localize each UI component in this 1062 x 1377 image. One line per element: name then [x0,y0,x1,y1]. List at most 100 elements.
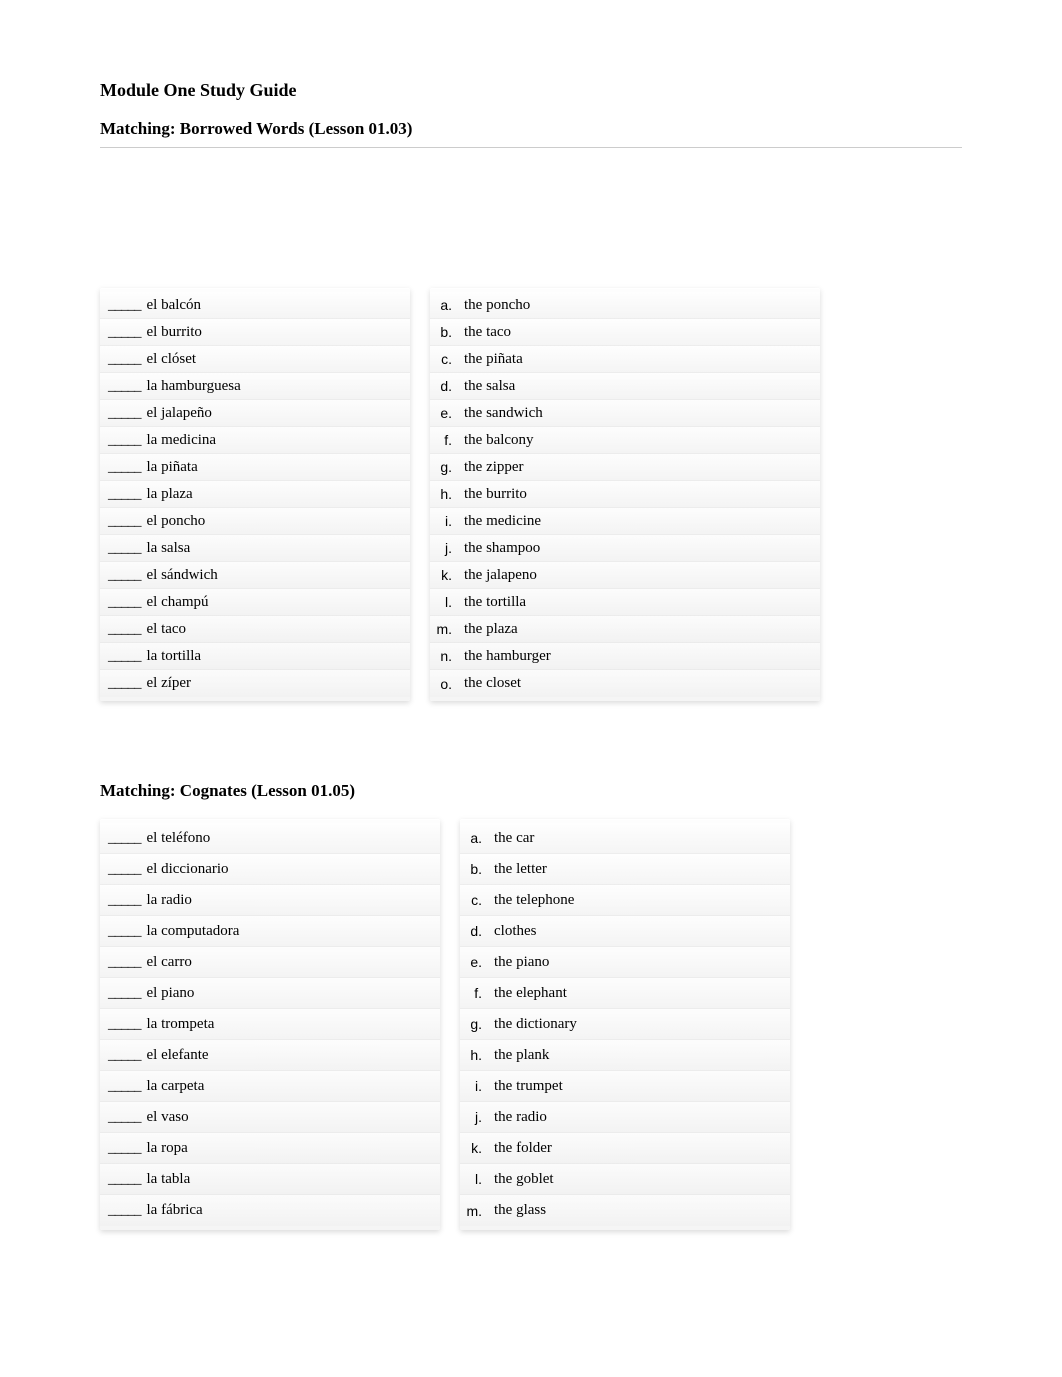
blank-line[interactable]: _____ [108,432,141,449]
option-letter: k. [464,1140,494,1156]
english-word: the shampoo [464,540,820,557]
spanish-word: el elefante [147,1047,209,1064]
matching-item: _____ la radio [100,885,440,916]
blank-line[interactable]: _____ [108,1078,141,1095]
blank-line[interactable]: _____ [108,297,141,314]
spanish-word: la plaza [147,486,193,503]
matching-item: _____ el teléfono [100,823,440,854]
option-letter: c. [464,892,494,908]
english-word: the elephant [494,985,790,1002]
blank-line[interactable]: _____ [108,985,141,1002]
blank-line[interactable]: _____ [108,486,141,503]
matching-item: _____ el vaso [100,1102,440,1133]
answer-option: f.the elephant [460,978,790,1009]
blank-line[interactable]: _____ [108,923,141,940]
option-letter: e. [464,954,494,970]
blank-line[interactable]: _____ [108,861,141,878]
option-letter: c. [434,351,464,367]
answer-option: n.the hamburger [430,643,820,670]
blank-line[interactable]: _____ [108,351,141,368]
matching-item: _____ el balcón [100,292,410,319]
blank-line[interactable]: _____ [108,594,141,611]
blank-line[interactable]: _____ [108,621,141,638]
matching-item: _____ la tortilla [100,643,410,670]
spanish-word: la salsa [147,540,191,557]
section2-right-column: a.the carb.the letterc.the telephoned.cl… [460,819,790,1230]
spanish-word: la computadora [147,923,240,940]
blank-line[interactable]: _____ [108,1109,141,1126]
spanish-word: el diccionario [147,861,229,878]
answer-option: d.clothes [460,916,790,947]
blank-line[interactable]: _____ [108,954,141,971]
english-word: the jalapeno [464,567,820,584]
blank-line[interactable]: _____ [108,1016,141,1033]
blank-line[interactable]: _____ [108,378,141,395]
english-word: the folder [494,1140,790,1157]
answer-option: f.the balcony [430,427,820,454]
option-letter: h. [434,486,464,502]
spanish-word: la trompeta [147,1016,215,1033]
option-letter: l. [464,1171,494,1187]
answer-option: a.the car [460,823,790,854]
spanish-word: el champú [147,594,209,611]
section2-matching: _____ el teléfono_____ el diccionario___… [100,819,962,1230]
blank-line[interactable]: _____ [108,675,141,692]
blank-line[interactable]: _____ [108,1047,141,1064]
english-word: the hamburger [464,648,820,665]
option-letter: b. [464,861,494,877]
option-letter: m. [434,621,464,637]
spanish-word: el piano [147,985,195,1002]
spanish-word: el zíper [147,675,192,692]
english-word: the balcony [464,432,820,449]
english-word: the dictionary [494,1016,790,1033]
matching-item: _____ la hamburguesa [100,373,410,400]
matching-item: _____ la carpeta [100,1071,440,1102]
english-word: the tortilla [464,594,820,611]
blank-line[interactable]: _____ [108,892,141,909]
page-title: Module One Study Guide [100,80,962,101]
spanish-word: la fábrica [147,1202,203,1219]
matching-item: _____ la tabla [100,1164,440,1195]
english-word: the salsa [464,378,820,395]
english-word: the burrito [464,486,820,503]
matching-item: _____ el piano [100,978,440,1009]
matching-item: _____ el diccionario [100,854,440,885]
spanish-word: el balcón [147,297,202,314]
spanish-word: el jalapeño [147,405,212,422]
answer-option: l.the tortilla [430,589,820,616]
blank-line[interactable]: _____ [108,540,141,557]
option-letter: i. [434,513,464,529]
matching-item: _____ el elefante [100,1040,440,1071]
english-word: the plaza [464,621,820,638]
blank-line[interactable]: _____ [108,1171,141,1188]
spanish-word: el poncho [147,513,206,530]
answer-option: e.the sandwich [430,400,820,427]
blank-line[interactable]: _____ [108,1202,141,1219]
matching-item: _____ el champú [100,589,410,616]
english-word: the goblet [494,1171,790,1188]
blank-line[interactable]: _____ [108,324,141,341]
english-word: the medicine [464,513,820,530]
english-word: the radio [494,1109,790,1126]
option-letter: g. [464,1016,494,1032]
blank-line[interactable]: _____ [108,648,141,665]
blank-line[interactable]: _____ [108,459,141,476]
option-letter: d. [434,378,464,394]
answer-option: k.the jalapeno [430,562,820,589]
blank-line[interactable]: _____ [108,1140,141,1157]
blank-line[interactable]: _____ [108,567,141,584]
section2-left-column: _____ el teléfono_____ el diccionario___… [100,819,440,1230]
spanish-word: la carpeta [147,1078,205,1095]
option-letter: n. [434,648,464,664]
english-word: clothes [494,923,790,940]
section2-heading: Matching: Cognates (Lesson 01.05) [100,781,962,801]
blank-line[interactable]: _____ [108,830,141,847]
matching-item: _____ el burrito [100,319,410,346]
spanish-word: la medicina [147,432,217,449]
answer-option: j.the radio [460,1102,790,1133]
blank-line[interactable]: _____ [108,513,141,530]
blank-line[interactable]: _____ [108,405,141,422]
answer-option: b.the taco [430,319,820,346]
option-letter: d. [464,923,494,939]
spanish-word: la tabla [147,1171,191,1188]
